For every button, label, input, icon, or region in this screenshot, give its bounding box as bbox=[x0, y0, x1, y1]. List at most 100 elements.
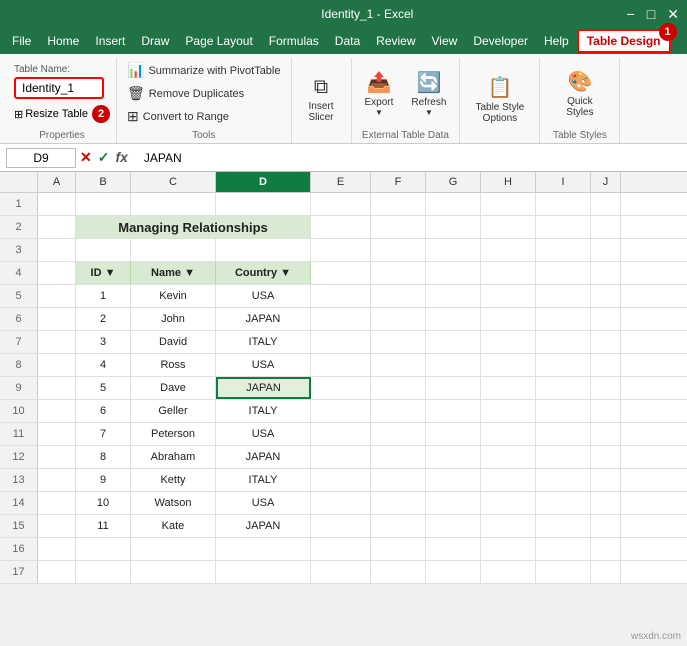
data-cell-r9-c0[interactable] bbox=[38, 377, 76, 399]
empty-cell-r16-c9[interactable] bbox=[591, 538, 621, 560]
empty-cell-r1-c9[interactable] bbox=[591, 193, 621, 215]
data-cell-r8-c2[interactable]: Ross bbox=[131, 354, 216, 376]
empty-cell-r16-c1[interactable] bbox=[76, 538, 131, 560]
menu-home[interactable]: Home bbox=[39, 31, 87, 51]
data-cell-r5-c1[interactable]: 1 bbox=[76, 285, 131, 307]
formula-confirm-icon[interactable]: ✓ bbox=[98, 149, 110, 166]
menu-help[interactable]: Help bbox=[536, 31, 577, 51]
empty-cell-r16-c3[interactable] bbox=[216, 538, 311, 560]
empty-cell-r1-c0[interactable] bbox=[38, 193, 76, 215]
maximize-icon[interactable]: □ bbox=[647, 6, 655, 23]
convert-to-range-btn[interactable]: ⊞ Convert to Range bbox=[123, 106, 233, 127]
col-header-B[interactable]: B bbox=[76, 172, 131, 192]
data-cell-r10-c1[interactable]: 6 bbox=[76, 400, 131, 422]
data-cell-r12-c9[interactable] bbox=[591, 446, 621, 468]
data-cell-r11-c6[interactable] bbox=[426, 423, 481, 445]
cell-r2-c8[interactable] bbox=[536, 216, 591, 238]
empty-cell-r16-c5[interactable] bbox=[371, 538, 426, 560]
empty-cell-r17-c7[interactable] bbox=[481, 561, 536, 583]
data-cell-r9-c2[interactable]: Dave bbox=[131, 377, 216, 399]
data-cell-r6-c8[interactable] bbox=[536, 308, 591, 330]
menu-formulas[interactable]: Formulas bbox=[261, 31, 327, 51]
data-cell-r11-c7[interactable] bbox=[481, 423, 536, 445]
empty-cell-r1-c2[interactable] bbox=[131, 193, 216, 215]
data-cell-r10-c0[interactable] bbox=[38, 400, 76, 422]
data-cell-r7-c5[interactable] bbox=[371, 331, 426, 353]
refresh-btn[interactable]: 🔄 Refresh ▼ bbox=[404, 65, 453, 122]
data-cell-r13-c9[interactable] bbox=[591, 469, 621, 491]
data-cell-r5-c4[interactable] bbox=[311, 285, 371, 307]
menu-insert[interactable]: Insert bbox=[87, 31, 133, 51]
header-cell-c5[interactable] bbox=[371, 262, 426, 284]
empty-cell-r16-c0[interactable] bbox=[38, 538, 76, 560]
data-cell-r7-c2[interactable]: David bbox=[131, 331, 216, 353]
data-cell-r5-c6[interactable] bbox=[426, 285, 481, 307]
data-cell-r6-c1[interactable]: 2 bbox=[76, 308, 131, 330]
empty-cell-r17-c6[interactable] bbox=[426, 561, 481, 583]
empty-cell-r3-c1[interactable] bbox=[76, 239, 131, 261]
data-cell-r5-c5[interactable] bbox=[371, 285, 426, 307]
data-cell-r6-c9[interactable] bbox=[591, 308, 621, 330]
empty-cell-r3-c8[interactable] bbox=[536, 239, 591, 261]
data-cell-r5-c7[interactable] bbox=[481, 285, 536, 307]
col-header-A[interactable]: A bbox=[38, 172, 76, 192]
empty-cell-r16-c4[interactable] bbox=[311, 538, 371, 560]
empty-cell-r17-c4[interactable] bbox=[311, 561, 371, 583]
data-cell-r13-c2[interactable]: Ketty bbox=[131, 469, 216, 491]
data-cell-r7-c0[interactable] bbox=[38, 331, 76, 353]
data-cell-r13-c8[interactable] bbox=[536, 469, 591, 491]
data-cell-r11-c8[interactable] bbox=[536, 423, 591, 445]
data-cell-r7-c8[interactable] bbox=[536, 331, 591, 353]
data-cell-r8-c7[interactable] bbox=[481, 354, 536, 376]
empty-cell-r3-c0[interactable] bbox=[38, 239, 76, 261]
empty-cell-r1-c4[interactable] bbox=[311, 193, 371, 215]
empty-cell-r3-c2[interactable] bbox=[131, 239, 216, 261]
data-cell-r14-c4[interactable] bbox=[311, 492, 371, 514]
data-cell-r8-c9[interactable] bbox=[591, 354, 621, 376]
col-header-H[interactable]: H bbox=[481, 172, 536, 192]
close-icon[interactable]: ✕ bbox=[667, 6, 679, 23]
data-cell-r10-c7[interactable] bbox=[481, 400, 536, 422]
data-cell-r13-c4[interactable] bbox=[311, 469, 371, 491]
data-cell-r14-c5[interactable] bbox=[371, 492, 426, 514]
data-cell-r7-c9[interactable] bbox=[591, 331, 621, 353]
col-header-F[interactable]: F bbox=[371, 172, 426, 192]
empty-cell-r1-c3[interactable] bbox=[216, 193, 311, 215]
data-cell-r10-c3[interactable]: ITALY bbox=[216, 400, 311, 422]
empty-cell-r1-c8[interactable] bbox=[536, 193, 591, 215]
col-header-J[interactable]: J bbox=[591, 172, 621, 192]
data-cell-r14-c9[interactable] bbox=[591, 492, 621, 514]
data-cell-r10-c9[interactable] bbox=[591, 400, 621, 422]
data-cell-r12-c2[interactable]: Abraham bbox=[131, 446, 216, 468]
data-cell-r15-c1[interactable]: 11 bbox=[76, 515, 131, 537]
data-cell-r6-c5[interactable] bbox=[371, 308, 426, 330]
formula-cancel-icon[interactable]: ✕ bbox=[80, 149, 92, 166]
data-cell-r13-c6[interactable] bbox=[426, 469, 481, 491]
data-cell-r12-c0[interactable] bbox=[38, 446, 76, 468]
empty-cell-r1-c6[interactable] bbox=[426, 193, 481, 215]
empty-cell-r1-c1[interactable] bbox=[76, 193, 131, 215]
header-cell-c1[interactable]: ID ▼ bbox=[76, 262, 131, 284]
data-cell-r11-c0[interactable] bbox=[38, 423, 76, 445]
data-cell-r9-c3[interactable]: JAPAN bbox=[216, 377, 311, 399]
data-cell-r8-c5[interactable] bbox=[371, 354, 426, 376]
data-cell-r11-c3[interactable]: USA bbox=[216, 423, 311, 445]
col-header-I[interactable]: I bbox=[536, 172, 591, 192]
data-cell-r8-c6[interactable] bbox=[426, 354, 481, 376]
menu-page-layout[interactable]: Page Layout bbox=[177, 31, 260, 51]
data-cell-r12-c5[interactable] bbox=[371, 446, 426, 468]
data-cell-r15-c6[interactable] bbox=[426, 515, 481, 537]
empty-cell-r16-c7[interactable] bbox=[481, 538, 536, 560]
data-cell-r6-c2[interactable]: John bbox=[131, 308, 216, 330]
resize-table-btn[interactable]: ⊞ Resize Table 2 bbox=[14, 105, 110, 123]
data-cell-r6-c3[interactable]: JAPAN bbox=[216, 308, 311, 330]
empty-cell-r3-c3[interactable] bbox=[216, 239, 311, 261]
data-cell-r11-c1[interactable]: 7 bbox=[76, 423, 131, 445]
empty-cell-r17-c3[interactable] bbox=[216, 561, 311, 583]
cell-r2-c5[interactable] bbox=[371, 216, 426, 238]
data-cell-r13-c3[interactable]: ITALY bbox=[216, 469, 311, 491]
data-cell-r15-c4[interactable] bbox=[311, 515, 371, 537]
data-cell-r10-c8[interactable] bbox=[536, 400, 591, 422]
data-cell-r9-c4[interactable] bbox=[311, 377, 371, 399]
menu-view[interactable]: View bbox=[424, 31, 466, 51]
